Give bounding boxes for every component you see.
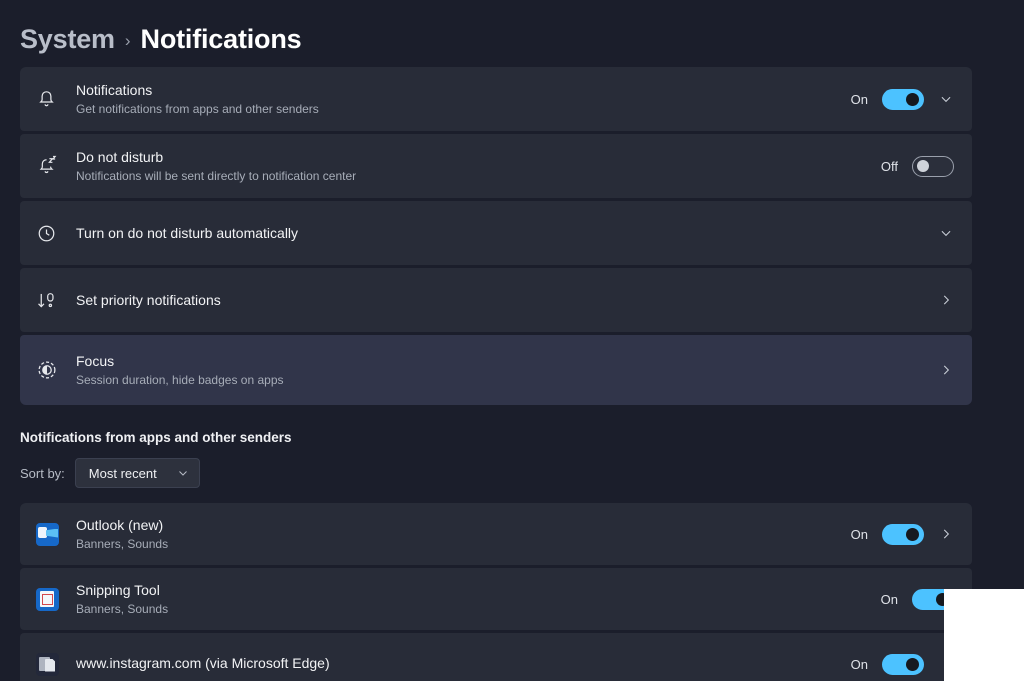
chevron-down-icon[interactable]	[938, 225, 954, 241]
do-not-disturb-toggle[interactable]	[912, 155, 954, 177]
outlook-app-icon	[36, 522, 76, 546]
white-overlay-panel	[944, 589, 1024, 681]
app-name: www.instagram.com (via Microsoft Edge)	[76, 655, 330, 671]
settings-row-title: Focus	[76, 353, 115, 369]
toggle-state-label: On	[850, 656, 868, 672]
breadcrumb-parent-system[interactable]: System	[20, 24, 115, 55]
settings-row-notifications[interactable]: Notifications Get notifications from app…	[20, 67, 972, 131]
app-notification-modes: Banners, Sounds	[76, 537, 169, 551]
chevron-down-icon[interactable]	[938, 91, 954, 107]
chevron-down-icon	[177, 467, 189, 479]
app-notifications-list: Outlook (new) Banners, Sounds On Snippin…	[20, 503, 972, 681]
bell-icon	[36, 89, 76, 110]
page-title: Notifications	[140, 23, 302, 54]
toggle-knob	[917, 160, 929, 172]
notification-settings-group: Notifications Get notifications from app…	[20, 67, 972, 405]
focus-target-icon	[36, 359, 76, 381]
apps-section-heading: Notifications from apps and other sender…	[20, 430, 292, 445]
clock-icon	[36, 223, 76, 244]
settings-row-title: Set priority notifications	[76, 292, 221, 308]
settings-row-title: Turn on do not disturb automatically	[76, 225, 299, 241]
app-row-instagram-edge[interactable]: www.instagram.com (via Microsoft Edge) O…	[20, 633, 972, 681]
settings-row-subtitle: Session duration, hide badges on apps	[76, 373, 284, 387]
chevron-right-icon: ›	[124, 31, 131, 50]
app-name: Snipping Tool	[76, 582, 160, 598]
chevron-right-icon[interactable]	[938, 292, 954, 308]
sort-by-label: Sort by:	[20, 465, 65, 481]
instagram-notifications-toggle[interactable]	[882, 653, 924, 675]
chevron-right-icon[interactable]	[938, 526, 954, 542]
settings-row-focus[interactable]: Focus Session duration, hide badges on a…	[20, 335, 972, 405]
breadcrumb: System › Notifications	[0, 0, 1024, 62]
app-row-outlook[interactable]: Outlook (new) Banners, Sounds On	[20, 503, 972, 565]
toggle-knob	[906, 92, 919, 106]
settings-row-title: Do not disturb	[76, 149, 164, 165]
settings-row-priority-notifications[interactable]: Set priority notifications	[20, 268, 972, 332]
toggle-state-label: On	[880, 591, 898, 607]
toggle-knob	[906, 527, 919, 541]
app-name: Outlook (new)	[76, 517, 164, 533]
settings-row-do-not-disturb[interactable]: Do not disturb Notifications will be sen…	[20, 134, 972, 198]
toggle-state-label: On	[850, 91, 868, 107]
chevron-right-icon[interactable]	[938, 362, 954, 378]
sort-by-value: Most recent	[88, 465, 157, 481]
do-not-disturb-bell-icon	[36, 155, 76, 177]
settings-row-subtitle: Notifications will be sent directly to n…	[76, 169, 357, 183]
app-row-snipping-tool[interactable]: Snipping Tool Banners, Sounds On	[20, 568, 972, 630]
sort-by-dropdown[interactable]: Most recent	[74, 458, 200, 488]
toggle-state-label: On	[850, 526, 868, 542]
notifications-toggle[interactable]	[882, 88, 924, 110]
settings-row-subtitle: Get notifications from apps and other se…	[76, 102, 319, 116]
toggle-knob	[906, 657, 919, 671]
settings-row-title: Notifications	[76, 82, 153, 98]
sort-bar: Sort by: Most recent	[20, 457, 1004, 489]
toggle-state-label: Off	[880, 158, 898, 174]
snipping-tool-app-icon	[36, 587, 76, 611]
app-notification-modes: Banners, Sounds	[76, 602, 169, 616]
priority-sort-icon	[36, 290, 76, 311]
outlook-notifications-toggle[interactable]	[882, 523, 924, 545]
edge-site-icon	[36, 652, 76, 676]
settings-row-auto-do-not-disturb[interactable]: Turn on do not disturb automatically	[20, 201, 972, 265]
